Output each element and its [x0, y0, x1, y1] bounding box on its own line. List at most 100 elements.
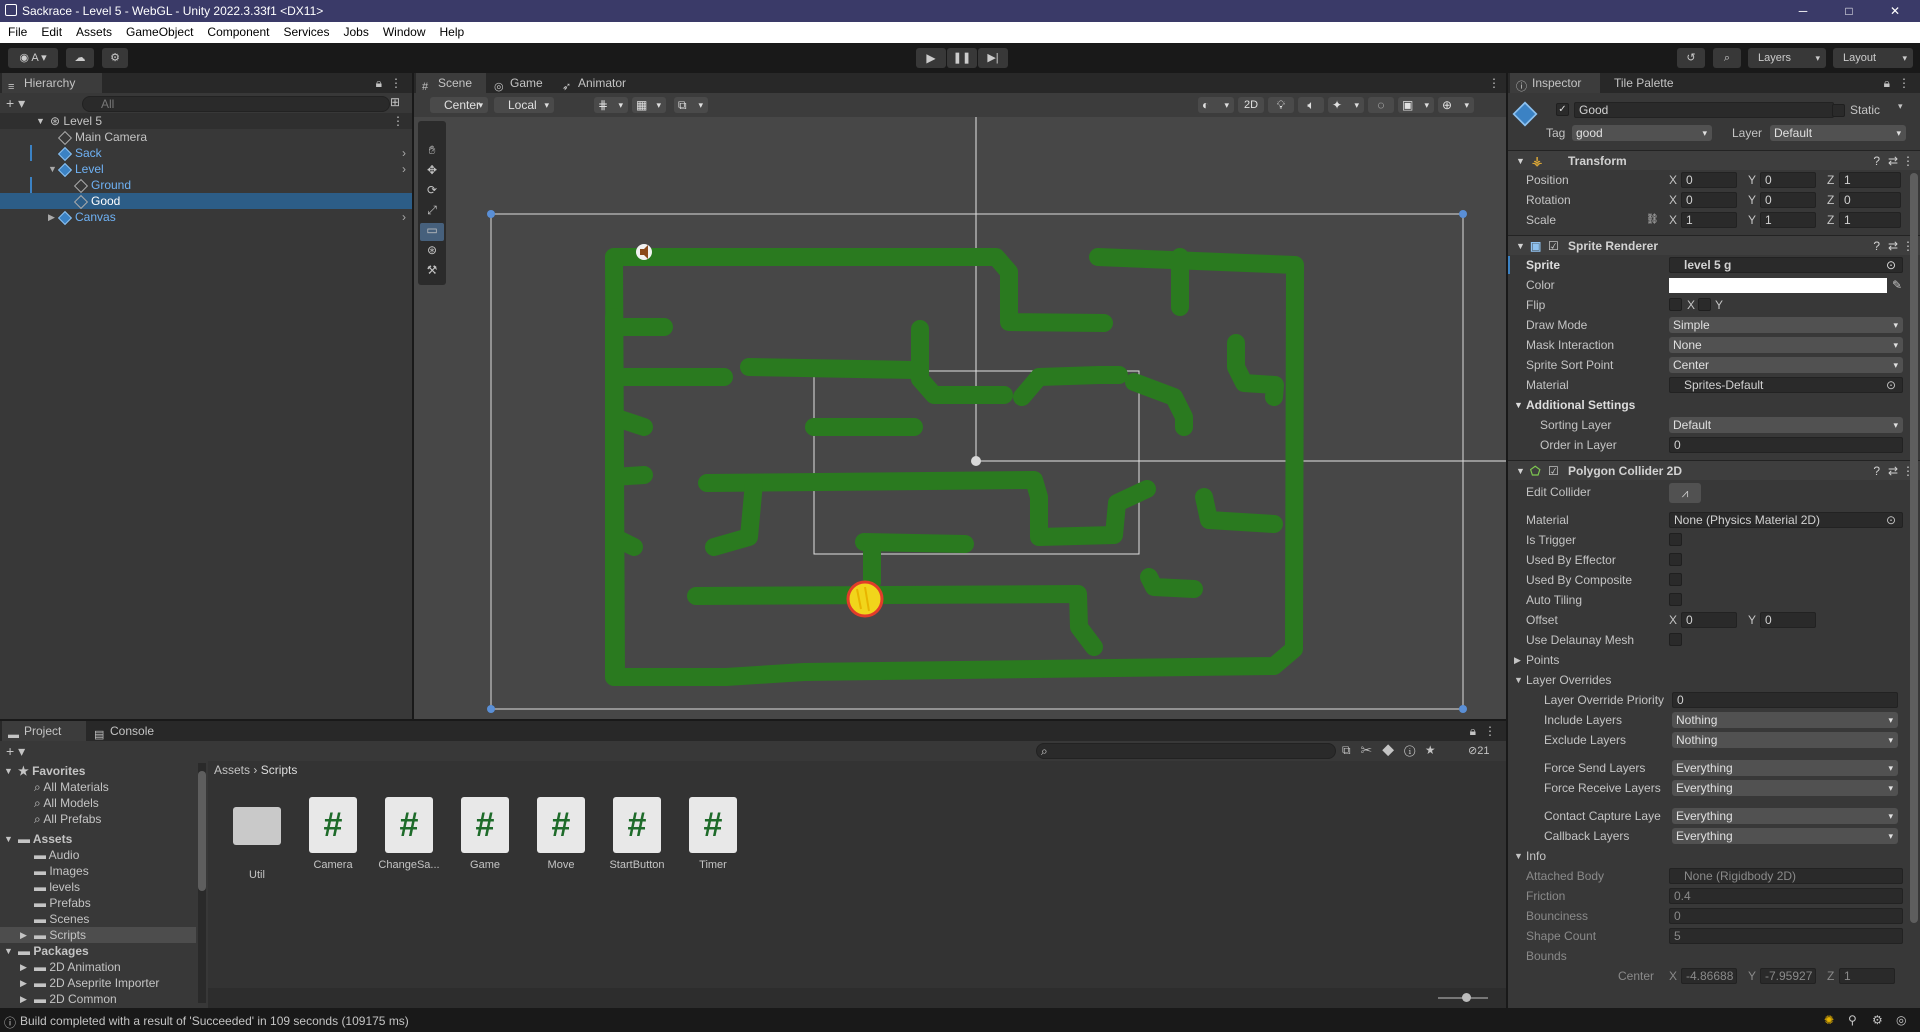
toggle-2d-button[interactable]: 2D — [1238, 97, 1264, 113]
filter-icons[interactable]: ⧉✂◆ⓘ★ — [1342, 743, 1445, 758]
force-send-dropdown[interactable]: Everything ▾ — [1672, 760, 1898, 776]
help-icon[interactable]: ? — [1873, 236, 1880, 256]
pivot-dropdown[interactable]: Center ▾ — [430, 97, 488, 113]
file-startbutton[interactable]: # StartButton — [602, 797, 672, 871]
debug-icon[interactable]: ⚙ — [1872, 1013, 1883, 1027]
flip-y-checkbox[interactable] — [1698, 298, 1711, 311]
sprite-field[interactable]: level 5 g — [1669, 257, 1903, 273]
object-picker-icon[interactable]: ⊙ — [1886, 511, 1896, 529]
file-changesack[interactable]: # ChangeSa... — [374, 797, 444, 871]
eyedropper-icon[interactable]: ✎ — [1892, 276, 1902, 294]
create-button[interactable]: + ▾ — [6, 743, 25, 760]
object-picker-icon[interactable]: ⊙ — [1886, 376, 1896, 394]
info-row[interactable]: ▼ Info — [1508, 847, 1920, 865]
history-icon[interactable]: ↺ — [1677, 48, 1705, 68]
auto-tiling-checkbox[interactable] — [1669, 593, 1682, 606]
order-field[interactable]: 0 — [1669, 437, 1903, 453]
tree-scrollbar[interactable] — [198, 763, 206, 1003]
enabled-checkbox[interactable]: ☑ — [1548, 236, 1559, 256]
chevron-down-icon[interactable]: ▼ — [1514, 671, 1523, 689]
menu-services[interactable]: Services — [276, 22, 336, 43]
menu-jobs[interactable]: Jobs — [336, 22, 375, 43]
position-z-field[interactable]: 1 — [1839, 172, 1901, 188]
hierarchy-item-level[interactable]: ▼ Level › — [0, 161, 412, 177]
link-icon[interactable]: ⛓︎ — [1646, 211, 1659, 229]
settings-icon[interactable]: ◎ — [1896, 1013, 1906, 1027]
layers-dropdown[interactable]: Layers ▾ — [1748, 48, 1826, 68]
favorites-node[interactable]: ▼ ★ Favorites — [0, 763, 196, 779]
component-menu-icon[interactable]: ⋮ — [1902, 151, 1914, 171]
polygon-collider-header[interactable]: ▼ ⬠ ☑ Polygon Collider 2D ? ⇄ ⋮ — [1508, 460, 1920, 480]
increment-snap-icon[interactable]: ⧉ ▾ — [674, 97, 708, 113]
collab-icon[interactable]: ⚙ — [102, 48, 128, 68]
breadcrumb-scripts[interactable]: Scripts — [261, 763, 298, 777]
rect-handle[interactable] — [1459, 705, 1467, 713]
lightbulb-icon[interactable]: ✺ — [1824, 1013, 1834, 1027]
used-by-effector-checkbox[interactable] — [1669, 553, 1682, 566]
tab-tile-palette[interactable]: Tile Palette — [1602, 73, 1698, 93]
presets-icon[interactable]: ⇄ — [1888, 151, 1898, 171]
scale-x-field[interactable]: 1 — [1681, 212, 1737, 228]
object-picker-icon[interactable]: ⊙ — [1886, 256, 1896, 274]
tab-animator[interactable]: ➶ Animator — [556, 73, 646, 93]
minimize-button[interactable]: ─ — [1780, 0, 1826, 22]
additional-settings-row[interactable]: ▼ Additional Settings — [1508, 396, 1920, 414]
pivot-handle[interactable] — [971, 456, 981, 466]
file-util[interactable]: Util — [222, 797, 292, 881]
chevron-right-icon[interactable]: ▶ — [20, 927, 27, 943]
include-layers-dropdown[interactable]: Nothing ▾ — [1672, 712, 1898, 728]
chevron-down-icon[interactable]: ▼ — [36, 113, 45, 129]
used-by-composite-checkbox[interactable] — [1669, 573, 1682, 586]
lock-icon[interactable]: 🔒︎ — [1884, 76, 1890, 91]
override-priority-field[interactable]: 0 — [1672, 692, 1898, 708]
position-y-field[interactable]: 0 — [1760, 172, 1816, 188]
file-timer[interactable]: # Timer — [678, 797, 748, 871]
flip-x-checkbox[interactable] — [1669, 298, 1682, 311]
scale-y-field[interactable]: 1 — [1760, 212, 1816, 228]
callback-layers-dropdown[interactable]: Everything ▾ — [1672, 828, 1898, 844]
package-item[interactable]: ▶ ▬ 2D Common — [0, 991, 196, 1007]
sorting-layer-dropdown[interactable]: Default ▾ — [1669, 417, 1903, 433]
chevron-right-icon[interactable]: ▶ — [20, 975, 27, 991]
edit-collider-button[interactable]: ⩘ — [1669, 483, 1701, 503]
account-button[interactable]: ◉ A ▾ — [8, 48, 58, 68]
presets-icon[interactable]: ⇄ — [1888, 461, 1898, 481]
hierarchy-item-main-camera[interactable]: Main Camera — [0, 129, 412, 145]
search-icon[interactable]: ⌕ — [1713, 48, 1741, 68]
lighting-icon[interactable]: 💡︎ — [1268, 97, 1294, 113]
force-receive-dropdown[interactable]: Everything ▾ — [1672, 780, 1898, 796]
color-swatch[interactable] — [1669, 278, 1887, 293]
tab-hierarchy[interactable]: ≡ Hierarchy — [2, 73, 102, 93]
favorite-item[interactable]: ⌕ All Materials — [0, 779, 196, 795]
enabled-checkbox[interactable]: ☑ — [1548, 461, 1559, 481]
visibility-icon[interactable]: ◌ — [1368, 97, 1394, 113]
grid-visibility-icon[interactable]: ▦ ▾ — [632, 97, 666, 113]
offset-x-field[interactable]: 0 — [1681, 612, 1737, 628]
lock-icon[interactable]: 🔒︎ — [1470, 724, 1476, 739]
effects-icon[interactable]: ✦ ▾ — [1328, 97, 1364, 113]
hierarchy-item-sack[interactable]: Sack › — [0, 145, 412, 161]
menu-file[interactable]: File — [0, 22, 34, 43]
chevron-down-icon[interactable]: ▼ — [1516, 151, 1525, 171]
lock-icon[interactable]: 🔒︎ — [376, 76, 382, 91]
chevron-down-icon[interactable]: ▼ — [4, 763, 13, 779]
tag-dropdown[interactable]: good ▾ — [1572, 125, 1712, 141]
rect-handle[interactable] — [1459, 210, 1467, 218]
chevron-right-icon[interactable]: ▶ — [20, 991, 27, 1007]
scene-menu-icon[interactable]: ⋮ — [392, 113, 404, 129]
kebab-menu-icon[interactable]: ⋮ — [390, 76, 402, 90]
scene-menu-icon[interactable]: ⋮ — [1488, 76, 1500, 90]
tab-game[interactable]: ◎ Game — [488, 73, 554, 93]
play-button[interactable]: ▶ — [916, 48, 946, 68]
favorite-item[interactable]: ⌕ All Models — [0, 795, 196, 811]
rotation-x-field[interactable]: 0 — [1681, 192, 1737, 208]
file-camera[interactable]: # Camera — [298, 797, 368, 871]
physics-material-field[interactable]: None (Physics Material 2D) — [1669, 512, 1903, 528]
network-icon[interactable]: ⚲ — [1848, 1013, 1857, 1027]
active-checkbox[interactable]: ✓ — [1556, 103, 1569, 116]
is-trigger-checkbox[interactable] — [1669, 533, 1682, 546]
folder-item[interactable]: ▬ Audio — [0, 847, 196, 863]
hierarchy-item-canvas[interactable]: ▶ Canvas › — [0, 209, 412, 225]
draw-mode-dropdown[interactable]: Simple ▾ — [1669, 317, 1903, 333]
tab-project[interactable]: ▬ Project — [2, 721, 86, 741]
